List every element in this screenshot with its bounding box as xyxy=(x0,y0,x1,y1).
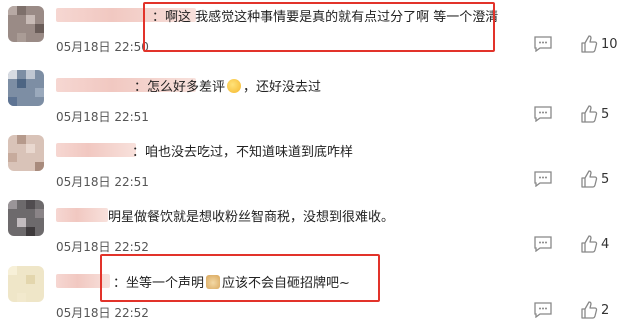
reply-icon[interactable] xyxy=(534,171,552,187)
avatar[interactable] xyxy=(8,70,44,106)
avatar[interactable] xyxy=(8,200,44,236)
like-count: 4 xyxy=(601,237,610,252)
like-icon[interactable] xyxy=(580,35,598,53)
comment-timestamp: 05月18日 22:51 xyxy=(56,110,149,124)
comment-text: 明星做餐饮就是想收粉丝智商税，没想到很难收。 xyxy=(108,210,395,225)
highlight-box xyxy=(100,254,380,302)
highlight-box xyxy=(143,2,495,52)
reply-icon[interactable] xyxy=(534,302,552,318)
like-count: 10 xyxy=(601,37,618,52)
avatar[interactable] xyxy=(8,266,44,302)
comment-timestamp: 05月18日 22:50 xyxy=(56,40,149,54)
like-icon[interactable] xyxy=(580,105,598,123)
like-count: 5 xyxy=(601,172,610,187)
cry-emoji-icon xyxy=(227,79,242,93)
comment-text: ：咱也没去吃过，不知道味道到底咋样 xyxy=(132,145,354,160)
like-count: 2 xyxy=(601,303,610,318)
like-count: 5 xyxy=(601,107,610,122)
avatar[interactable] xyxy=(8,135,44,171)
comment-item: ：怎么好多差评 ，还好没去过 05月18日 22:51 5 xyxy=(0,70,640,136)
comment-timestamp: 05月18日 22:52 xyxy=(56,306,149,320)
reply-icon[interactable] xyxy=(534,36,552,52)
comment-timestamp: 05月18日 22:52 xyxy=(56,240,149,254)
avatar[interactable] xyxy=(8,6,44,42)
comment-timestamp: 05月18日 22:51 xyxy=(56,175,149,189)
reply-icon[interactable] xyxy=(534,236,552,252)
like-icon[interactable] xyxy=(580,170,598,188)
username-blurred[interactable] xyxy=(56,208,108,222)
comment-item: ：咱也没去吃过，不知道味道到底咋样 05月18日 22:51 5 xyxy=(0,135,640,201)
comment-text: ：怎么好多差评 ，还好没去过 xyxy=(134,79,322,95)
like-icon[interactable] xyxy=(580,235,598,253)
username-blurred[interactable] xyxy=(56,143,136,157)
reply-icon[interactable] xyxy=(534,106,552,122)
like-icon[interactable] xyxy=(580,301,598,319)
